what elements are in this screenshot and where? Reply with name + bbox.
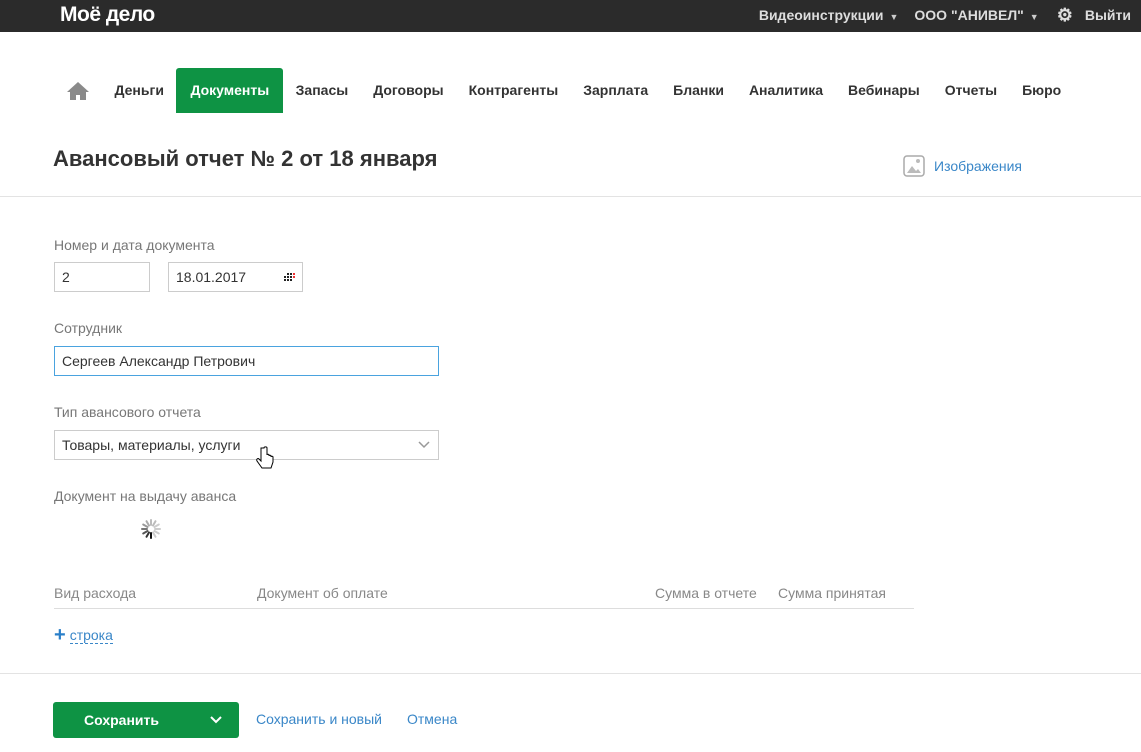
col-payment-doc: Документ об оплате xyxy=(257,585,388,601)
top-bar: Моё дело Видеоинструкции ▼ ООО "АНИВЕЛ" ▼ … xyxy=(0,0,1141,32)
mouse-cursor-icon xyxy=(256,446,274,469)
caret-down-icon: ▼ xyxy=(1029,12,1039,22)
home-icon[interactable] xyxy=(60,68,96,113)
nav-stock[interactable]: Запасы xyxy=(283,68,361,113)
logo[interactable]: Моё дело xyxy=(60,3,155,27)
nav-webinars[interactable]: Вебинары xyxy=(836,68,933,113)
col-accepted-sum: Сумма принятая xyxy=(778,585,887,601)
table-divider xyxy=(54,608,914,609)
images-link-label: Изображения xyxy=(934,158,1022,174)
gear-icon[interactable]: ⚙ xyxy=(1057,6,1073,24)
add-row-button[interactable]: + строка xyxy=(54,624,113,646)
chevron-down-icon xyxy=(418,441,430,449)
nav-documents[interactable]: Документы xyxy=(176,68,284,113)
doc-date-value: 18.01.2017 xyxy=(176,269,247,285)
advance-doc-label: Документ на выдачу аванса xyxy=(54,488,237,504)
nav-salary[interactable]: Зарплата xyxy=(571,68,661,113)
cancel-link[interactable]: Отмена xyxy=(407,711,457,727)
doc-date-input[interactable]: 18.01.2017 xyxy=(168,262,303,292)
report-type-value: Товары, материалы, услуги xyxy=(62,437,241,453)
nav-contracts[interactable]: Договоры xyxy=(361,68,456,113)
nav-forms[interactable]: Бланки xyxy=(661,68,737,113)
page-title: Авансовый отчет № 2 от 18 января xyxy=(53,146,438,171)
nav-analytics[interactable]: Аналитика xyxy=(736,68,835,113)
col-report-sum: Сумма в отчете xyxy=(655,585,757,601)
calendar-icon[interactable] xyxy=(284,273,296,282)
report-type-select[interactable]: Товары, материалы, услуги xyxy=(54,430,439,460)
logout-link[interactable]: Выйти xyxy=(1085,7,1131,23)
divider xyxy=(0,196,1141,197)
image-icon xyxy=(903,155,925,177)
company-label: ООО "АНИВЕЛ" xyxy=(914,7,1024,23)
video-instructions-menu[interactable]: Видеоинструкции ▼ xyxy=(759,7,899,23)
divider xyxy=(0,673,1141,674)
loading-spinner-icon xyxy=(141,519,161,539)
nav-money[interactable]: Деньги xyxy=(102,68,176,113)
report-type-label: Тип авансового отчета xyxy=(54,404,201,420)
employee-input[interactable]: Сергеев Александр Петрович xyxy=(54,346,439,376)
main-nav: Деньги Документы Запасы Договоры Контраг… xyxy=(60,68,1074,113)
number-date-label: Номер и дата документа xyxy=(54,237,215,253)
save-label: Сохранить xyxy=(84,712,159,728)
col-expense-type: Вид расхода xyxy=(54,585,137,601)
images-link[interactable]: Изображения xyxy=(903,155,1022,177)
employee-label: Сотрудник xyxy=(54,320,123,336)
plus-icon: + xyxy=(54,624,66,646)
save-and-new-link[interactable]: Сохранить и новый xyxy=(256,711,382,727)
doc-number-input[interactable]: 2 xyxy=(54,262,150,292)
video-label: Видеоинструкции xyxy=(758,7,884,23)
caret-down-icon: ▼ xyxy=(889,12,899,22)
nav-reports[interactable]: Отчеты xyxy=(932,68,1009,113)
nav-contractors[interactable]: Контрагенты xyxy=(456,68,571,113)
company-menu[interactable]: ООО "АНИВЕЛ" ▼ xyxy=(914,7,1038,23)
nav-bureau[interactable]: Бюро xyxy=(1010,68,1074,113)
chevron-down-icon[interactable] xyxy=(209,711,223,729)
add-row-label: строка xyxy=(69,626,113,644)
save-button[interactable]: Сохранить xyxy=(53,702,239,738)
